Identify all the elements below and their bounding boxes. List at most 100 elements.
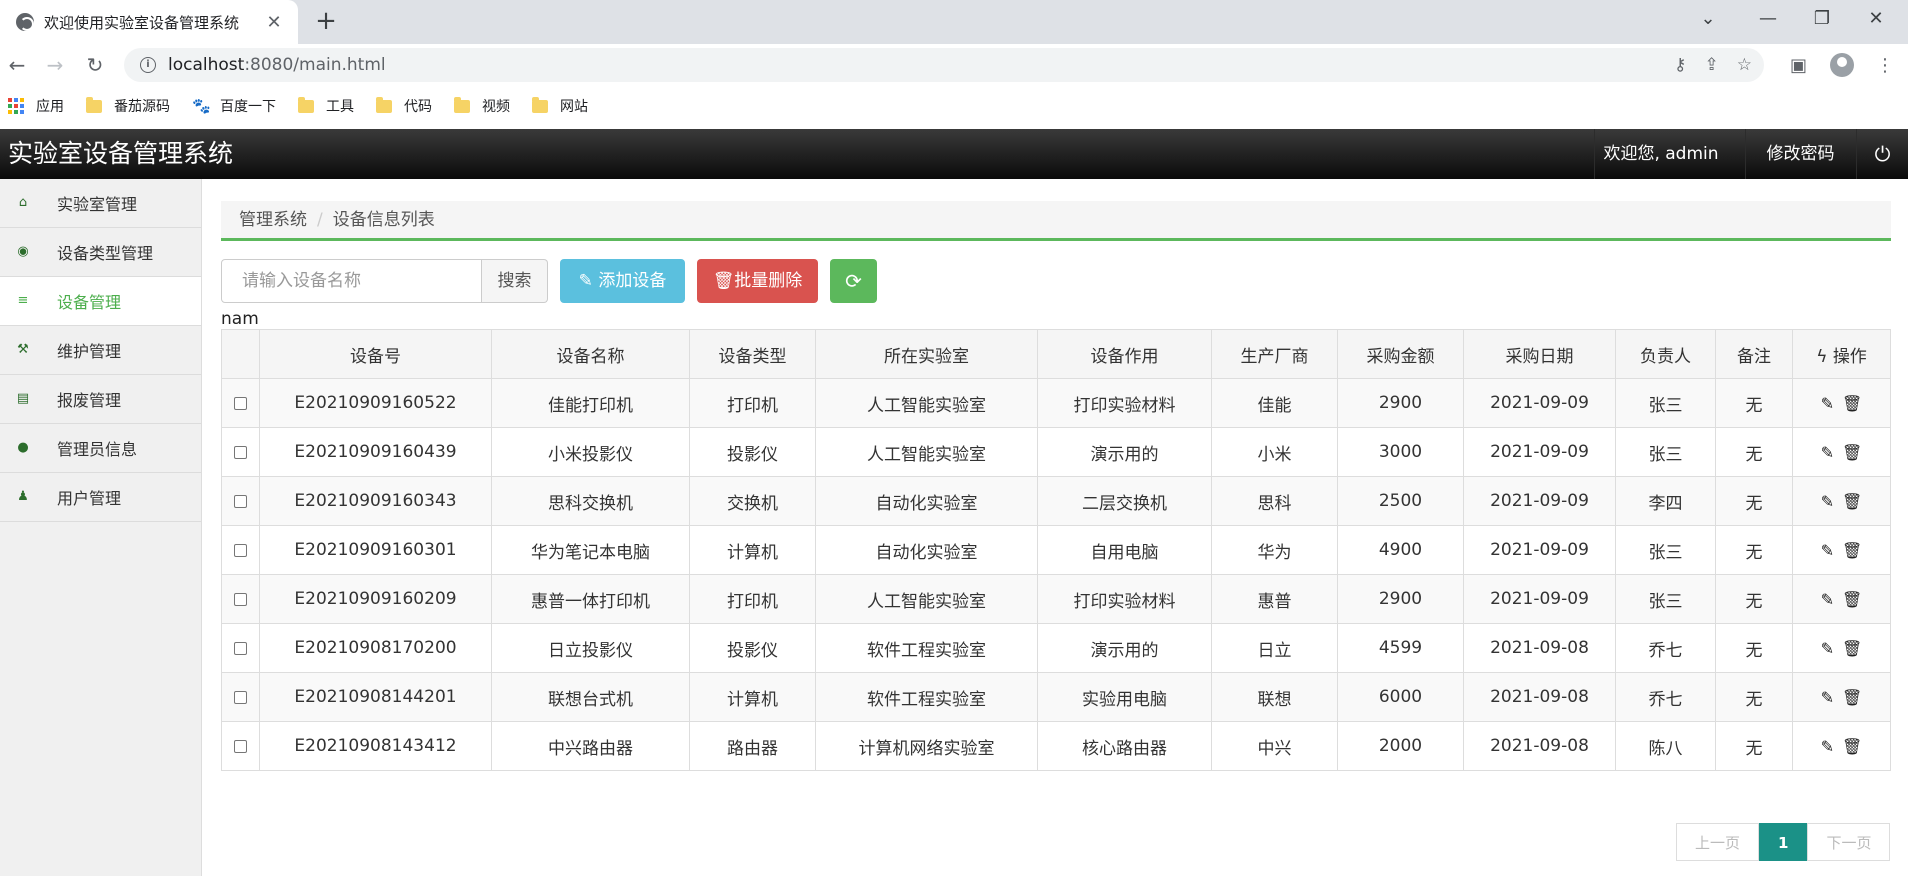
trash-icon[interactable]: 🗑 (1842, 590, 1862, 609)
table-row: E20210909160439 小米投影仪 投影仪 人工智能实验室 演示用的 小米 3000… (221, 427, 1891, 477)
trash-icon[interactable]: 🗑 (1842, 541, 1862, 560)
cell-manufacturer: 日立 (1211, 623, 1338, 673)
bookmark-baidu[interactable]: 🐾 百度一下 (192, 96, 276, 116)
bookmark-sites[interactable]: 网站 (532, 96, 588, 116)
bookmark-fanqie[interactable]: 番茄源码 (86, 96, 170, 116)
cell-device-id: E20210909160301 (259, 525, 492, 575)
trash-icon[interactable]: 🗑 (1842, 492, 1862, 511)
edit-icon[interactable]: ✎ (1821, 688, 1834, 707)
restore-icon[interactable]: ❐ (1792, 0, 1852, 40)
cell-owner: 乔七 (1615, 623, 1716, 673)
edit-icon[interactable]: ✎ (1821, 541, 1834, 560)
row-checkbox[interactable] (234, 543, 247, 557)
sidebar-item-labs[interactable]: ⌂ 实验室管理 (0, 179, 201, 228)
back-icon[interactable]: ← (2, 50, 32, 80)
reload-icon[interactable]: ↻ (80, 50, 110, 80)
bookmarks-bar: 应用 番茄源码 🐾 百度一下 工具 代码 视频 网站 (0, 86, 1908, 126)
trash-icon[interactable]: 🗑 (1842, 737, 1862, 756)
cell-actions: ✎ 🗑 (1792, 721, 1891, 771)
url-path: :8080/main.html (244, 55, 386, 75)
sidebar-item-admin-info[interactable]: ● 管理员信息 (0, 424, 201, 473)
trash-icon: 🗑 (712, 271, 735, 291)
browser-tab[interactable]: 欢迎使用实验室设备管理系统 ✕ (0, 0, 298, 44)
app-title[interactable]: 实验室设备管理系统 (8, 129, 233, 179)
row-checkbox[interactable] (234, 396, 247, 410)
change-password-link[interactable]: 修改密码 (1745, 129, 1855, 179)
row-checkbox[interactable] (234, 445, 247, 459)
sidebar-item-scrap[interactable]: ▤ 报废管理 (0, 375, 201, 424)
chevron-down-icon[interactable]: ⌄ (1678, 0, 1738, 40)
edit-icon[interactable]: ✎ (1821, 639, 1834, 658)
menu-icon[interactable]: ⋮ (1876, 50, 1894, 80)
edit-icon[interactable]: ✎ (1821, 737, 1834, 756)
sidepanel-icon[interactable]: ▣ (1790, 50, 1807, 80)
cell-price: 4599 (1337, 623, 1464, 673)
trash-icon[interactable]: 🗑 (1842, 688, 1862, 707)
page-1-button[interactable]: 1 (1759, 823, 1808, 861)
trash-icon[interactable]: 🗑 (1842, 443, 1862, 462)
welcome-user[interactable]: 欢迎您, admin (1594, 129, 1727, 179)
new-tab-icon[interactable]: + (310, 6, 342, 38)
cell-device-id: E20210909160522 (259, 378, 492, 428)
trash-icon[interactable]: 🗑 (1842, 394, 1862, 413)
profile-avatar[interactable] (1830, 53, 1854, 77)
edit-icon[interactable]: ✎ (1821, 394, 1834, 413)
refresh-button[interactable]: ⟳ (830, 259, 877, 303)
star-icon[interactable]: ☆ (1737, 55, 1752, 75)
minimize-icon[interactable]: — (1738, 0, 1798, 40)
edit-icon[interactable]: ✎ (1821, 590, 1834, 609)
bookmark-apps[interactable]: 应用 (8, 96, 64, 116)
search-button[interactable]: 搜索 (482, 259, 548, 303)
prev-page-button[interactable]: 上一页 (1676, 823, 1760, 861)
sidebar-item-device-types[interactable]: ◉ 设备类型管理 (0, 228, 201, 277)
cell-device-id: E20210908144201 (259, 672, 492, 722)
batch-delete-button[interactable]: 🗑批量删除 (697, 259, 818, 303)
cell-purpose: 演示用的 (1037, 427, 1212, 477)
cell-device-type: 投影仪 (689, 427, 816, 477)
cell-price: 2900 (1337, 574, 1464, 624)
key-icon[interactable]: ⚷ (1674, 55, 1686, 75)
row-checkbox[interactable] (234, 592, 247, 606)
forward-icon[interactable]: → (40, 50, 70, 80)
cell-device-type: 计算机 (689, 672, 816, 722)
breadcrumb-root[interactable]: 管理系统 (239, 210, 307, 230)
power-icon[interactable]: ⏻ (1856, 129, 1908, 179)
cell-date: 2021-09-09 (1463, 574, 1616, 624)
share-icon[interactable]: ⇪ (1705, 55, 1719, 75)
row-checkbox-cell (221, 623, 260, 673)
sidebar-item-maintenance[interactable]: ⚒ 维护管理 (0, 326, 201, 375)
cell-price: 2500 (1337, 476, 1464, 526)
row-checkbox[interactable] (234, 494, 247, 508)
row-checkbox[interactable] (234, 641, 247, 655)
trash-icon[interactable]: 🗑 (1842, 639, 1862, 658)
edit-icon[interactable]: ✎ (1821, 443, 1834, 462)
cell-device-name: 佳能打印机 (491, 378, 690, 428)
row-checkbox[interactable] (234, 739, 247, 753)
add-device-button[interactable]: ✎ 添加设备 (560, 259, 685, 303)
cell-date: 2021-09-09 (1463, 427, 1616, 477)
wrench-icon: ⚒ (17, 342, 29, 357)
address-bar[interactable]: i localhost:8080/main.html ⚷ ⇪ ☆ (124, 48, 1764, 82)
cell-owner: 张三 (1615, 574, 1716, 624)
bookmark-code[interactable]: 代码 (376, 96, 432, 116)
bookmark-tools[interactable]: 工具 (298, 96, 354, 116)
site-info-icon[interactable]: i (140, 57, 156, 73)
row-checkbox[interactable] (234, 690, 247, 704)
edit-icon: ✎ (578, 271, 593, 291)
breadcrumb: 管理系统 / 设备信息列表 (221, 201, 1891, 241)
sidebar-item-devices[interactable]: ≡ 设备管理 (0, 277, 201, 326)
cell-date: 2021-09-09 (1463, 378, 1616, 428)
close-tab-icon[interactable]: ✕ (262, 12, 286, 33)
cell-date: 2021-09-09 (1463, 525, 1616, 575)
edit-icon[interactable]: ✎ (1821, 492, 1834, 511)
bookmark-video[interactable]: 视频 (454, 96, 510, 116)
search-input[interactable] (221, 259, 482, 303)
stray-text: nam (221, 309, 259, 329)
cell-purpose: 二层交换机 (1037, 476, 1212, 526)
sidebar-item-users[interactable]: ♟ 用户管理 (0, 473, 201, 522)
next-page-button[interactable]: 下一页 (1807, 823, 1891, 861)
cell-device-name: 惠普一体打印机 (491, 574, 690, 624)
row-checkbox-cell (221, 574, 260, 624)
close-window-icon[interactable]: ✕ (1846, 0, 1906, 40)
cell-actions: ✎ 🗑 (1792, 378, 1891, 428)
